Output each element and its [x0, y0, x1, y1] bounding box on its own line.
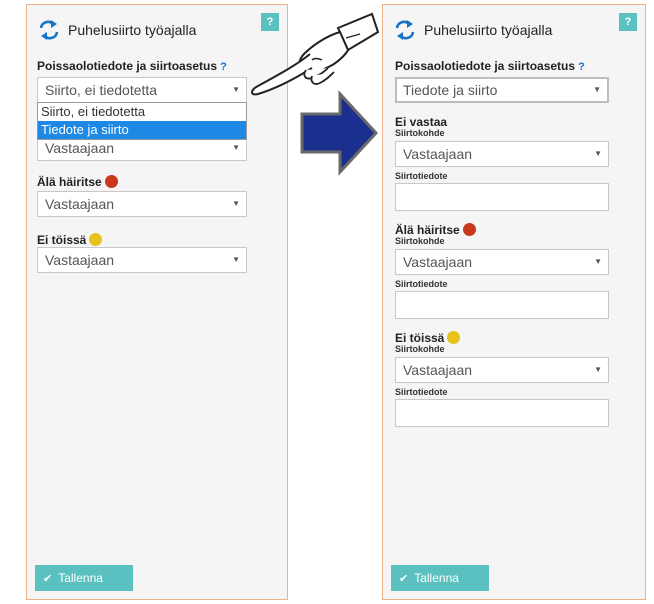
panel-title: Puhelusiirto työajalla	[424, 22, 553, 38]
save-button[interactable]: ✔ Tallenna	[35, 565, 133, 591]
transfer-target-label: Siirtokohde	[395, 344, 445, 354]
busy-status-icon	[462, 223, 476, 236]
do-not-disturb-select[interactable]: Vastaajaan ▼	[37, 191, 247, 217]
check-icon: ✔	[43, 573, 53, 585]
settings-select[interactable]: Siirto, ei tiedotetta ▼	[37, 77, 247, 103]
panel-title: Puhelusiirto työajalla	[68, 22, 197, 38]
chevron-down-icon: ▼	[232, 255, 240, 264]
save-button[interactable]: ✔ Tallenna	[391, 565, 489, 591]
not-working-select[interactable]: Vastaajaan ▼	[395, 357, 609, 383]
no-answer-select[interactable]: Vastaajaan ▼	[395, 141, 609, 167]
section-label-do-not-disturb: Älä häiritse	[37, 175, 118, 189]
settings-label: Poissaolotiedote ja siirtoasetus?	[37, 59, 227, 73]
settings-help-link[interactable]: ?	[220, 61, 227, 73]
chevron-down-icon: ▼	[594, 257, 602, 266]
pointing-hand-icon	[251, 12, 380, 96]
section-label-not-working: Ei töissä	[37, 233, 103, 247]
right-panel: ? Puhelusiirto työajalla Poissaolotiedot…	[382, 4, 646, 600]
dropdown-option[interactable]: Siirto, ei tiedotetta	[38, 103, 246, 121]
chevron-down-icon: ▼	[594, 149, 602, 158]
section-label-do-not-disturb: Älä häiritse	[395, 223, 476, 237]
section-label-not-working: Ei töissä	[395, 331, 461, 345]
refresh-arrows-icon	[39, 20, 59, 40]
do-not-disturb-note-input[interactable]	[395, 291, 609, 319]
panel-header: Puhelusiirto työajalla	[393, 19, 552, 41]
not-working-select[interactable]: Vastaajaan ▼	[37, 247, 247, 273]
settings-dropdown-list: Siirto, ei tiedotetta Tiedote ja siirto	[37, 102, 247, 140]
help-button[interactable]: ?	[619, 13, 637, 31]
transfer-target-label: Siirtokohde	[395, 128, 445, 138]
transfer-note-label: Siirtotiedote	[395, 387, 448, 397]
transfer-target-label: Siirtokohde	[395, 236, 445, 246]
settings-select[interactable]: Tiedote ja siirto ▼	[395, 77, 609, 103]
settings-help-link[interactable]: ?	[578, 61, 585, 73]
dropdown-option-selected[interactable]: Tiedote ja siirto	[38, 121, 246, 139]
panel-header: Puhelusiirto työajalla	[37, 19, 196, 41]
not-working-note-input[interactable]	[395, 399, 609, 427]
transfer-note-label: Siirtotiedote	[395, 171, 448, 181]
chevron-down-icon: ▼	[232, 85, 240, 94]
refresh-arrows-icon	[395, 20, 415, 40]
chevron-down-icon: ▼	[232, 199, 240, 208]
do-not-disturb-select[interactable]: Vastaajaan ▼	[395, 249, 609, 275]
away-status-icon	[447, 331, 461, 344]
busy-status-icon	[104, 175, 118, 188]
settings-label: Poissaolotiedote ja siirtoasetus?	[395, 59, 585, 73]
section-label-no-answer: Ei vastaa	[395, 115, 448, 129]
no-answer-note-input[interactable]	[395, 183, 609, 211]
chevron-down-icon: ▼	[593, 85, 601, 94]
check-icon: ✔	[399, 573, 409, 585]
away-status-icon	[89, 233, 103, 246]
chevron-down-icon: ▼	[594, 365, 602, 374]
transfer-note-label: Siirtotiedote	[395, 279, 448, 289]
